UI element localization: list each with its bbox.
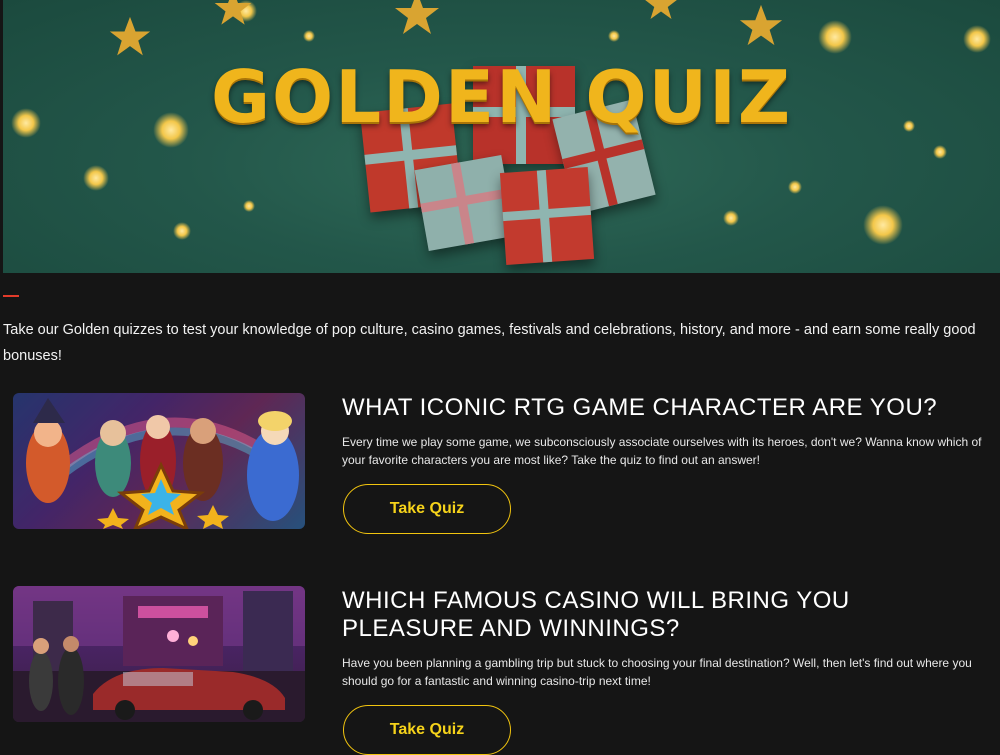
- sparkle-decoration: [723, 210, 739, 226]
- casino-street-illustration: [13, 586, 305, 722]
- quiz-title: WHAT ICONIC RTG GAME CHARACTER ARE YOU?: [342, 394, 938, 421]
- sparkle-decoration: [608, 30, 620, 42]
- sparkle-decoration: [933, 145, 947, 159]
- banner-title: GOLDEN QUIZ: [210, 55, 793, 139]
- quiz-image-famous-casino[interactable]: [13, 586, 305, 722]
- gift-box: [414, 154, 516, 252]
- star-icon: [739, 4, 783, 46]
- quiz-title: WHICH FAMOUS CASINO WILL BRING YOU PLEAS…: [342, 587, 850, 642]
- gift-box: [499, 167, 595, 265]
- intro-text: Take our Golden quizzes to test your kno…: [3, 322, 976, 364]
- sparkle-decoration: [83, 165, 109, 191]
- quiz-image-rtg-characters[interactable]: [13, 393, 305, 529]
- take-quiz-button[interactable]: Take Quiz: [343, 484, 511, 534]
- take-quiz-button[interactable]: Take Quiz: [343, 705, 511, 755]
- sparkle-decoration: [863, 205, 903, 245]
- hero-banner: GOLDEN QUIZ: [3, 0, 1000, 273]
- star-icon: [645, 0, 677, 19]
- sparkle-decoration: [173, 222, 191, 240]
- sparkle-decoration: [788, 180, 802, 194]
- star-icon: [109, 16, 151, 56]
- characters-illustration: [13, 393, 305, 529]
- star-icon: [395, 0, 439, 34]
- section-accent-line: [3, 295, 19, 297]
- quiz-description: Every time we play some game, we subcons…: [342, 435, 982, 467]
- sparkle-decoration: [818, 20, 852, 54]
- sparkle-decoration: [303, 30, 315, 42]
- sparkle-decoration: [243, 200, 255, 212]
- quiz-description: Have you been planning a gambling trip b…: [342, 656, 972, 688]
- star-icon: [214, 0, 252, 25]
- sparkle-decoration: [963, 25, 991, 53]
